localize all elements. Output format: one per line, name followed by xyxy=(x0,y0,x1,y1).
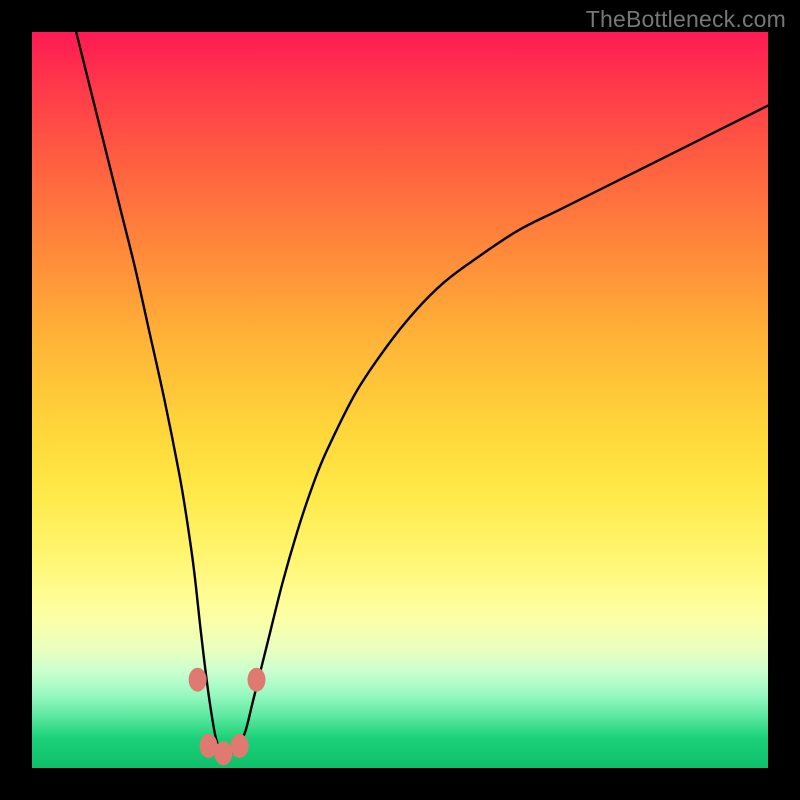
bottleneck-curve xyxy=(76,32,768,755)
plot-area xyxy=(32,32,768,768)
curve-marker xyxy=(248,668,266,692)
bottleneck-curve-svg xyxy=(32,32,768,768)
chart-frame: TheBottleneck.com xyxy=(0,0,800,800)
curve-marker xyxy=(231,734,249,758)
curve-marker xyxy=(214,741,232,765)
curve-marker xyxy=(189,668,207,692)
watermark-text: TheBottleneck.com xyxy=(586,6,786,33)
curve-markers xyxy=(189,668,266,766)
